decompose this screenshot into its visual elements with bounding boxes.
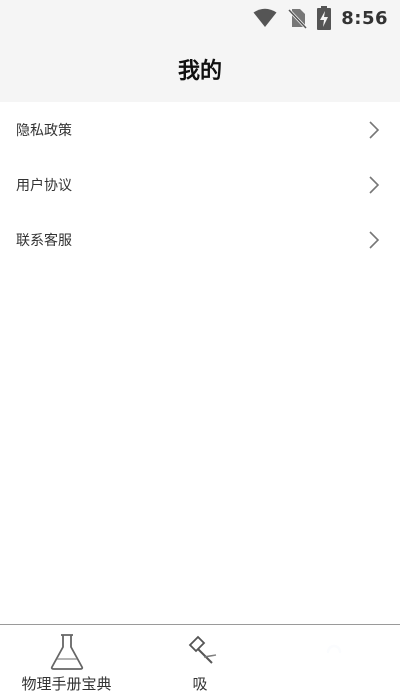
menu-item-label: 用户协议	[16, 177, 72, 194]
chevron-right-icon	[368, 230, 380, 250]
settings-menu-list: 隐私政策 用户协议 联系客服	[0, 102, 400, 267]
no-sim-icon	[287, 7, 308, 29]
nav-tab-label: 吸	[192, 675, 208, 693]
chevron-right-icon	[368, 175, 380, 195]
tool-icon	[178, 633, 222, 671]
nav-tab-physics-handbook[interactable]: 物理手册宝典	[0, 625, 133, 700]
menu-item-label: 隐私政策	[16, 122, 72, 139]
loading-icon	[322, 633, 346, 671]
menu-item-contact-support[interactable]: 联系客服	[0, 212, 400, 267]
nav-tab-second[interactable]: 吸	[133, 625, 267, 700]
wifi-icon	[253, 8, 277, 28]
menu-item-user-agreement[interactable]: 用户协议	[0, 157, 400, 212]
page-title: 我的	[177, 59, 222, 84]
status-time: 8:56	[341, 7, 388, 29]
nav-tab-third[interactable]	[267, 625, 400, 700]
menu-item-label: 联系客服	[16, 232, 72, 249]
flask-icon	[49, 633, 85, 671]
page-header: 我的	[0, 36, 400, 102]
menu-item-privacy-policy[interactable]: 隐私政策	[0, 102, 400, 157]
chevron-right-icon	[368, 120, 380, 140]
bottom-nav-bar: 物理手册宝典 吸	[0, 624, 400, 700]
battery-charging-icon	[317, 6, 332, 30]
my-page-screen: 8:56 我的 隐私政策 用户协议 联系客服 物理手册宝典 吸	[0, 0, 400, 700]
status-bar: 8:56	[0, 0, 400, 36]
nav-tab-label: 物理手册宝典	[21, 675, 112, 693]
